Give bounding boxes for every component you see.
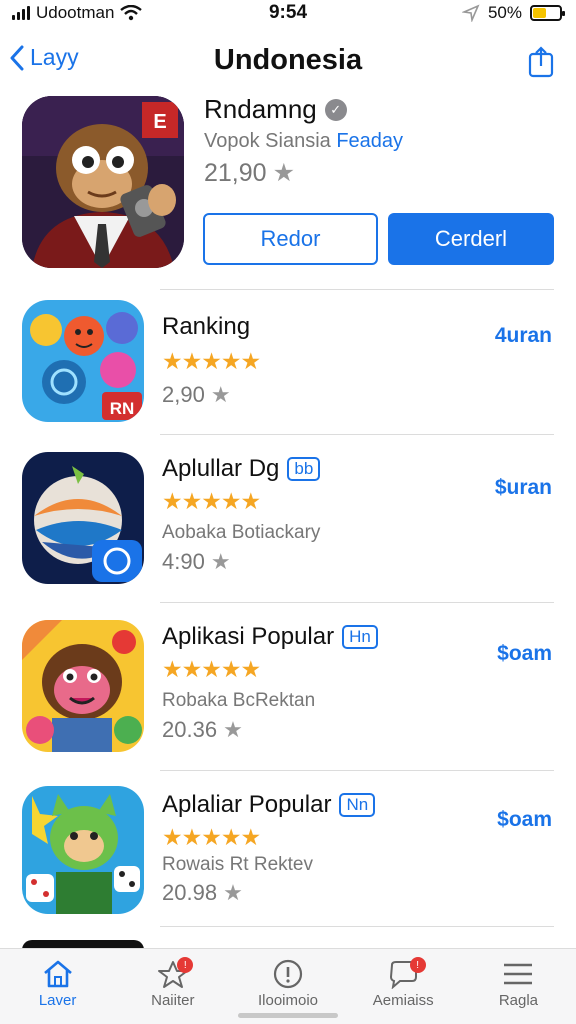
hero-rating: 21,90 ★ [204, 158, 295, 188]
app-name: Ranking [162, 313, 250, 341]
star-rating: ★★★★★ [162, 824, 261, 850]
battery-percent: 50% [487, 3, 522, 22]
rating-row: 4:90 ★ [162, 549, 231, 575]
tab-home[interactable]: Laver [0, 949, 115, 1024]
get-button[interactable]: 4uran [495, 324, 552, 348]
rating-row: 20.36 ★ [162, 717, 243, 743]
list-item[interactable]: Aplaliar Popular Nn ★★★★★ Rowais Rt Rekt… [0, 782, 576, 932]
divider [160, 289, 554, 290]
rating-value: 20.98 [162, 880, 218, 905]
share-icon [528, 46, 554, 78]
rating-value: 2,90 [162, 382, 205, 407]
rating-row: 20.98 ★ [162, 880, 243, 906]
status-bar: Udootman 9:54 50% [0, 0, 576, 26]
rating-value: 20.36 [162, 717, 218, 742]
navigation-bar: Layy Undonesia [0, 40, 576, 84]
hero-app-subtitle: Vopok Siansia Feaday [204, 130, 403, 153]
app-title: Aplullar Dg [162, 455, 280, 482]
tab-label: Naiiter [151, 992, 195, 1009]
app-title: Aplaliar Popular [162, 791, 332, 818]
info-icon [273, 959, 303, 989]
star-icon: ★ [210, 382, 231, 407]
star-rating: ★★★★★ [162, 488, 261, 514]
list-item[interactable]: Aplullar Dg bb ★★★★★ Aobaka Botiackary 4… [0, 446, 576, 596]
list-item[interactable]: RN Ranking ★★★★★ 2,90 ★ 4uran [0, 296, 576, 446]
chevron-left-icon [10, 45, 24, 70]
get-button[interactable]: $uran [495, 476, 552, 500]
divider [160, 926, 554, 927]
app-icon: RN [22, 300, 144, 422]
divider [160, 434, 554, 435]
home-indicator [238, 1013, 338, 1018]
hero-developer: Vopok Siansia [204, 130, 331, 152]
rating-value: 4:90 [162, 549, 205, 574]
back-button[interactable]: Layy [10, 44, 79, 71]
hero-rating-value: 21,90 [204, 158, 267, 187]
notification-badge: ! [409, 957, 426, 973]
star-icon: ★ [210, 549, 231, 574]
star-rating: ★★★★★ [162, 348, 261, 374]
app-tag: bb [287, 457, 321, 481]
get-button[interactable]: $oam [497, 642, 552, 666]
app-name: Aplullar Dg bb [162, 455, 321, 483]
tab-label: Ilooimoio [257, 992, 319, 1009]
back-label: Layy [30, 44, 79, 70]
tab-label: Laver [38, 992, 77, 1009]
rating-row: 2,90 ★ [162, 382, 231, 408]
star-rating: ★★★★★ [162, 656, 261, 682]
hero-app-icon[interactable]: E [22, 96, 184, 268]
app-tag: Hn [342, 625, 378, 649]
app-icon [22, 786, 144, 914]
secondary-action-button[interactable]: Redor [203, 213, 378, 265]
divider [160, 770, 554, 771]
home-icon [43, 960, 72, 988]
app-subtitle: Robaka BcRektan [162, 690, 316, 711]
battery-icon [530, 5, 565, 21]
tab-messages[interactable]: ! Aemiaiss [346, 949, 461, 1024]
verified-icon: ✓ [324, 98, 347, 121]
app-subtitle: Rowais Rt Rektev [162, 854, 313, 875]
get-button[interactable]: $oam [497, 808, 552, 832]
app-icon [22, 620, 144, 752]
tab-featured[interactable]: ! Naiiter [115, 949, 230, 1024]
app-name: Aplikasi Popular Hn [162, 623, 378, 651]
app-name: Aplaliar Popular Nn [162, 791, 376, 819]
location-icon [461, 4, 480, 22]
tab-menu[interactable]: Ragla [461, 949, 576, 1024]
notification-badge: ! [177, 957, 194, 973]
star-icon: ★ [223, 880, 243, 905]
hero-category-link[interactable]: Feaday [336, 130, 403, 152]
tab-label: Aemiaiss [372, 992, 434, 1009]
divider [160, 602, 554, 603]
svg-text:E: E [153, 111, 166, 133]
hero-app-title: Rndamng [204, 94, 317, 124]
primary-action-button[interactable]: Cerderl [388, 213, 554, 265]
star-icon: ★ [223, 717, 243, 742]
app-icon [22, 452, 144, 584]
app-title: Ranking [162, 313, 251, 340]
app-tag: Nn [339, 793, 376, 817]
list-item[interactable]: Aplikasi Popular Hn ★★★★★ Robaka BcRekta… [0, 614, 576, 764]
star-icon: ★ [272, 159, 295, 187]
hero-app-name: Rndamng ✓ [204, 94, 347, 125]
page-title: Undonesia [213, 44, 363, 76]
app-title: Aplikasi Popular [162, 623, 335, 650]
share-button[interactable] [528, 46, 554, 83]
app-subtitle: Aobaka Botiackary [162, 522, 321, 543]
svg-text:RN: RN [110, 399, 135, 418]
tab-label: Ragla [498, 992, 539, 1009]
menu-icon [504, 963, 533, 985]
